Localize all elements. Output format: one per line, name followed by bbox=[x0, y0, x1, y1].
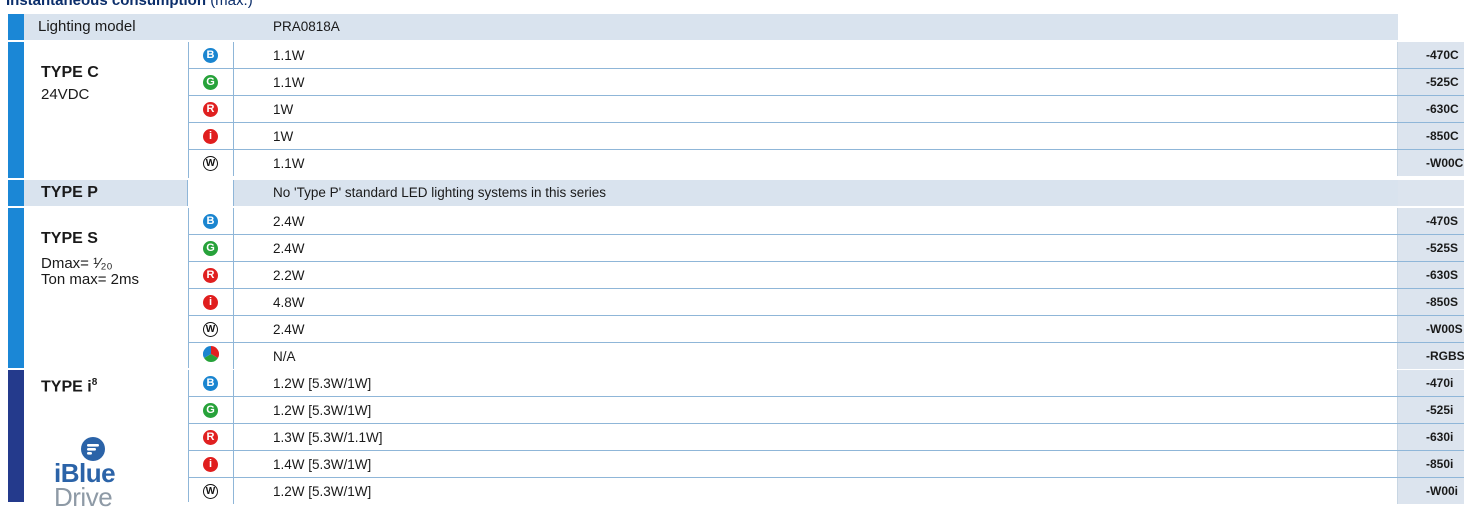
table-row: G 1.1W -525C bbox=[8, 69, 1464, 95]
led-icon-cell: R bbox=[188, 96, 234, 122]
led-icon-cell: G bbox=[188, 397, 234, 423]
consumption-value: 1W bbox=[234, 96, 1398, 122]
table-row: W 1.1W -W00C bbox=[8, 150, 1464, 176]
section-heading: Instantaneous consumption (max.) bbox=[6, 0, 253, 11]
order-code: -470S bbox=[1398, 208, 1464, 234]
consumption-value: 2.4W bbox=[234, 235, 1398, 261]
table-row: W 2.4W -W00S bbox=[8, 316, 1464, 342]
table-row: G 1.2W [5.3W/1W] -525i bbox=[8, 397, 1464, 423]
consumption-value: 1.1W bbox=[234, 42, 1398, 68]
consumption-value: 1.1W bbox=[234, 69, 1398, 95]
type-c-group: TYPE C 24VDC B 1.1W -470C G 1.1W -525C R 1W -630… bbox=[8, 42, 1464, 178]
consumption-value: 1W bbox=[234, 123, 1398, 149]
type-p-icon-cell bbox=[188, 180, 234, 206]
green-led-icon: G bbox=[203, 402, 218, 418]
lighting-model-label: Lighting model bbox=[38, 18, 136, 35]
table-row: G 2.4W -525S bbox=[8, 235, 1464, 261]
led-icon-cell: B bbox=[188, 370, 234, 396]
type-p-cell: TYPE P bbox=[24, 180, 188, 206]
order-code: -630i bbox=[1398, 424, 1464, 450]
blue-led-icon: B bbox=[203, 47, 218, 63]
led-icon-cell: B bbox=[188, 42, 234, 68]
header-accent-bar bbox=[8, 14, 24, 40]
order-code: -630C bbox=[1398, 96, 1464, 122]
consumption-value: 2.4W bbox=[234, 316, 1398, 342]
white-led-icon: W bbox=[203, 483, 218, 499]
type-p-row: TYPE P No 'Type P' standard LED lighting… bbox=[8, 180, 1464, 206]
led-icon-cell bbox=[188, 343, 234, 369]
led-icon-cell: i bbox=[188, 123, 234, 149]
green-led-icon: G bbox=[203, 74, 218, 90]
table-row: B 2.4W -470S bbox=[8, 208, 1464, 234]
type-p-title: TYPE P bbox=[41, 184, 98, 201]
white-led-icon: W bbox=[203, 155, 218, 171]
table-header-row: Lighting model PRA0818A bbox=[8, 14, 1464, 40]
consumption-value: 1.2W [5.3W/1W] bbox=[234, 370, 1398, 396]
consumption-value: 1.1W bbox=[234, 150, 1398, 176]
table-row: N/A -RGBS bbox=[8, 343, 1464, 369]
infrared-led-icon: i bbox=[203, 456, 218, 472]
table-row: B 1.1W -470C bbox=[8, 42, 1464, 68]
red-led-icon: R bbox=[203, 429, 218, 445]
led-icon-cell: G bbox=[188, 235, 234, 261]
order-code: -RGBS bbox=[1398, 343, 1464, 369]
type-p-code-blank bbox=[1398, 180, 1464, 206]
type-i-group: TYPE i8 iBlue Drive B 1.2W [5.3W/1W] -470i… bbox=[8, 370, 1464, 512]
led-icon-cell: i bbox=[188, 451, 234, 477]
led-icon-cell: G bbox=[188, 69, 234, 95]
table-row: R 2.2W -630S bbox=[8, 262, 1464, 288]
infrared-led-icon: i bbox=[203, 294, 218, 310]
table-row: i 1W -850C bbox=[8, 123, 1464, 149]
led-icon-cell: R bbox=[188, 424, 234, 450]
order-code: -850S bbox=[1398, 289, 1464, 315]
green-led-icon: G bbox=[203, 240, 218, 256]
type-s-group: TYPE S Dmax= ¹⁄₂₀ Ton max= 2ms B 2.4W -470… bbox=[8, 208, 1464, 369]
order-code: -630S bbox=[1398, 262, 1464, 288]
heading-note: (max.) bbox=[210, 0, 253, 9]
consumption-value: 2.2W bbox=[234, 262, 1398, 288]
led-icon-cell: W bbox=[188, 316, 234, 342]
order-code: -850C bbox=[1398, 123, 1464, 149]
white-led-icon: W bbox=[203, 321, 218, 337]
consumption-value: 1.2W [5.3W/1W] bbox=[234, 478, 1398, 504]
red-led-icon: R bbox=[203, 101, 218, 117]
order-code: -525C bbox=[1398, 69, 1464, 95]
consumption-value: 1.3W [5.3W/1.1W] bbox=[234, 424, 1398, 450]
order-code: -525S bbox=[1398, 235, 1464, 261]
led-icon-cell: W bbox=[188, 150, 234, 176]
table-row: R 1.3W [5.3W/1.1W] -630i bbox=[8, 424, 1464, 450]
table-row: W 1.2W [5.3W/1W] -W00i bbox=[8, 478, 1464, 504]
consumption-value: 4.8W bbox=[234, 289, 1398, 315]
consumption-value: 2.4W bbox=[234, 208, 1398, 234]
type-p-bar bbox=[8, 180, 24, 206]
blue-led-icon: B bbox=[203, 213, 218, 229]
rgb-led-icon bbox=[202, 345, 219, 367]
heading-text: Instantaneous consumption bbox=[6, 0, 207, 9]
led-icon-cell: W bbox=[188, 478, 234, 504]
type-p-note: No 'Type P' standard LED lighting system… bbox=[234, 180, 1398, 206]
lighting-model-value: PRA0818A bbox=[273, 19, 340, 34]
order-code: -470C bbox=[1398, 42, 1464, 68]
order-code: -W00i bbox=[1398, 478, 1464, 504]
infrared-led-icon: i bbox=[203, 128, 218, 144]
table-row: i 1.4W [5.3W/1W] -850i bbox=[8, 451, 1464, 477]
led-icon-cell: B bbox=[188, 208, 234, 234]
red-led-icon: R bbox=[203, 267, 218, 283]
table-row: R 1W -630C bbox=[8, 96, 1464, 122]
order-code: -850i bbox=[1398, 451, 1464, 477]
order-code: -470i bbox=[1398, 370, 1464, 396]
led-icon-cell: R bbox=[188, 262, 234, 288]
blue-led-icon: B bbox=[203, 375, 218, 391]
header-code-blank bbox=[1398, 14, 1464, 40]
table-row: i 4.8W -850S bbox=[8, 289, 1464, 315]
consumption-value: 1.2W [5.3W/1W] bbox=[234, 397, 1398, 423]
consumption-value: N/A bbox=[234, 343, 1398, 369]
order-code: -525i bbox=[1398, 397, 1464, 423]
led-icon-cell: i bbox=[188, 289, 234, 315]
table-row: B 1.2W [5.3W/1W] -470i bbox=[8, 370, 1464, 396]
order-code: -W00S bbox=[1398, 316, 1464, 342]
consumption-value: 1.4W [5.3W/1W] bbox=[234, 451, 1398, 477]
order-code: -W00C bbox=[1398, 150, 1464, 176]
